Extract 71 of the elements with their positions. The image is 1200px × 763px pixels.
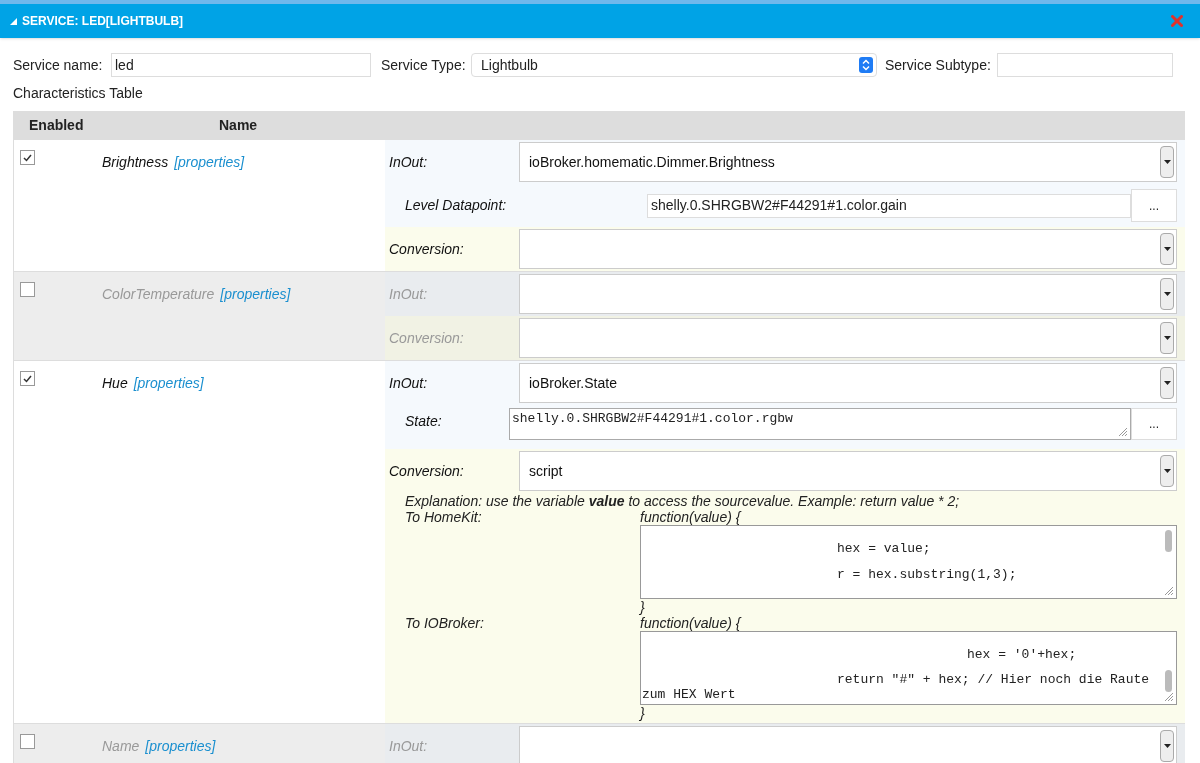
dropdown-field[interactable]: ioBroker.State: [519, 363, 1177, 403]
characteristic-name: Hue: [102, 374, 128, 393]
scrollbar-thumb: [1165, 530, 1172, 552]
code-line: hex = value;: [836, 540, 932, 558]
properties-link[interactable]: [properties]: [133, 373, 204, 394]
dropdown-arrow-icon: [1160, 322, 1174, 354]
check-icon: [23, 153, 32, 162]
code-text: }: [640, 599, 645, 615]
dropdown-field[interactable]: [519, 229, 1177, 269]
field-label: Level Datapoint:: [404, 196, 508, 215]
service-subtype-field[interactable]: [997, 53, 1173, 77]
field-label: To IOBroker:: [405, 615, 485, 631]
field-label: Conversion:: [388, 461, 465, 481]
field-label: InOut:: [388, 152, 429, 172]
state-field[interactable]: shelly.0.SHRGBW2#F44291#1.color.rgbw: [509, 408, 1131, 440]
code-editor[interactable]: hex = value; r = hex.substring(1,3);: [640, 525, 1177, 599]
explanation-text: Explanation: use the variable value to access the sourcevalue. Example: return value * 2;: [405, 493, 961, 509]
code-text: function(value) {: [640, 615, 741, 631]
service-name-field[interactable]: led: [111, 53, 371, 77]
dropdown-arrow-icon: [1160, 367, 1174, 399]
code-text: function(value) {: [640, 509, 741, 525]
field-label: InOut:: [388, 284, 429, 304]
code-line: hex = '0'+hex;: [966, 646, 1078, 664]
datapoint-field[interactable]: shelly.0.SHRGBW2#F44291#1.color.gain: [647, 193, 1131, 218]
characteristic-name: ColorTemperature: [102, 285, 215, 304]
properties-link[interactable]: [properties]: [174, 152, 245, 173]
scrollbar-thumb: [1165, 670, 1172, 692]
service-type-dropdown[interactable]: Lightbulb: [471, 53, 877, 77]
browse-button[interactable]: ...: [1131, 408, 1177, 440]
field-label: InOut:: [388, 736, 429, 756]
resize-grip-icon: [1164, 692, 1174, 702]
field-label: Service Type:: [381, 55, 467, 75]
field-label: To HomeKit:: [405, 509, 483, 525]
dropdown-arrow-icon: [859, 57, 873, 73]
dropdown-field[interactable]: [519, 726, 1177, 763]
code-line: r = hex.substring(1,3);: [836, 566, 1018, 584]
enabled-checkbox[interactable]: [20, 150, 35, 165]
check-icon: [23, 374, 32, 383]
column-header: Enabled: [28, 116, 85, 135]
field-label: Conversion:: [388, 328, 465, 348]
enabled-checkbox[interactable]: [20, 371, 35, 386]
code-line: return "#" + hex; // Hier noch die Raute zum HEX Wert: [642, 672, 1151, 702]
resize-grip-icon: [1164, 586, 1174, 596]
enabled-checkbox[interactable]: [20, 734, 35, 749]
dropdown-field[interactable]: script: [519, 451, 1177, 491]
dropdown-arrow-icon: [1160, 730, 1174, 762]
field-label: State:: [404, 412, 443, 431]
dropdown-arrow-icon: [1160, 455, 1174, 487]
code-editor[interactable]: hex = '0'+hex; return "#" + hex; // Hier noch die Raute zum HEX Wert: [640, 631, 1177, 705]
characteristic-name: Name: [102, 737, 140, 756]
field-label: Service Subtype:: [885, 55, 992, 75]
section-title: SERVICE: LED[LIGHTBULB]: [22, 13, 184, 30]
close-icon: [1171, 15, 1183, 27]
field-label: Service name:: [13, 55, 104, 75]
section-label: Characteristics Table: [13, 84, 144, 103]
resize-grip-icon: [1118, 427, 1128, 437]
field-label: InOut:: [388, 373, 429, 393]
collapse-triangle-icon: [10, 17, 17, 25]
dropdown-field[interactable]: [519, 274, 1177, 314]
dropdown-field[interactable]: ioBroker.homematic.Dimmer.Brightness: [519, 142, 1177, 182]
characteristic-name: Brightness: [102, 153, 169, 172]
dropdown-arrow-icon: [1160, 233, 1174, 265]
browse-button[interactable]: ...: [1131, 189, 1177, 222]
close-button[interactable]: [1170, 14, 1184, 28]
dropdown-arrow-icon: [1160, 146, 1174, 178]
dropdown-arrow-icon: [1160, 278, 1174, 310]
dropdown-field[interactable]: [519, 318, 1177, 358]
field-label: Conversion:: [388, 239, 465, 259]
code-text: }: [640, 705, 645, 721]
enabled-checkbox[interactable]: [20, 282, 35, 297]
column-header: Name: [219, 116, 258, 135]
